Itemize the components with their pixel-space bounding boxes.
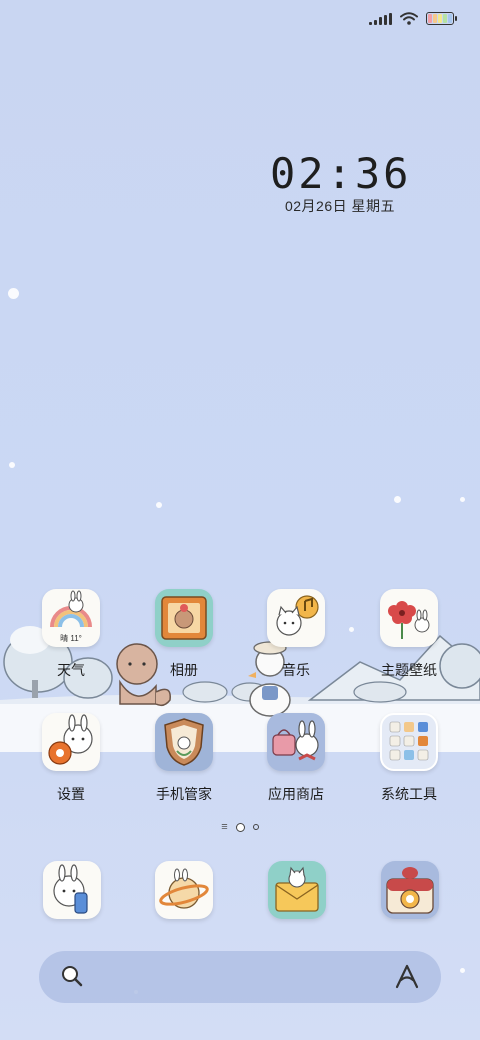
search-input[interactable] (99, 965, 379, 989)
app-label: 相册 (170, 662, 198, 678)
app-label: 设置 (57, 786, 85, 802)
dock-app-messages[interactable] (268, 861, 326, 919)
gear-bunny-icon (42, 713, 100, 771)
app-music[interactable]: 音乐 (251, 589, 341, 680)
envelope-cat-icon (275, 866, 319, 912)
rainbow-bunny-icon: 晴 11° (42, 589, 100, 647)
flower-bunny-icon (380, 589, 438, 647)
app-store[interactable]: 应用商店 (251, 713, 341, 804)
page-dot[interactable] (252, 824, 259, 830)
app-system-tools[interactable]: 系统工具 (364, 713, 454, 804)
cat-music-note-icon (267, 589, 325, 647)
app-label: 应用商店 (268, 786, 324, 802)
planet-bunny-icon (159, 868, 209, 909)
app-settings[interactable]: 设置 (26, 713, 116, 804)
phone-bunny-icon (53, 864, 88, 914)
app-label: 系统工具 (381, 786, 437, 802)
bag-bunny-icon (267, 713, 325, 771)
app-phone-manager[interactable]: 手机管家 (139, 713, 229, 804)
app-label: 音乐 (282, 662, 310, 678)
clock-widget[interactable]: 02:36 02月26日 星期五 (270, 150, 410, 216)
clock-date: 02月26日 星期五 (284, 198, 396, 214)
clock-time: 02:36 (270, 149, 412, 198)
folder-icon (380, 713, 438, 771)
search-bar[interactable] (39, 951, 441, 1003)
camera-icon (386, 867, 434, 914)
page-indicator[interactable]: ≡ (0, 822, 480, 833)
signal-icon (369, 12, 392, 25)
assistant-icon[interactable] (393, 963, 421, 991)
dock-app-browser[interactable] (155, 861, 213, 919)
app-label: 主题壁纸 (381, 662, 437, 678)
app-weather[interactable]: 晴 11° 天气 (26, 589, 116, 680)
app-themes[interactable]: 主题壁纸 (364, 589, 454, 680)
app-gallery[interactable]: 相册 (139, 589, 229, 680)
dock-app-phone[interactable] (43, 861, 101, 919)
app-label: 手机管家 (156, 786, 212, 802)
page-dot-active[interactable] (235, 822, 245, 832)
shield-bunny-icon (155, 713, 213, 771)
search-icon[interactable] (59, 963, 85, 989)
app-drawer-icon[interactable]: ≡ (221, 822, 227, 833)
bear-photo-frame-icon (155, 589, 213, 647)
dock-app-camera[interactable] (381, 861, 439, 919)
status-bar (369, 12, 457, 25)
battery-icon (426, 12, 457, 25)
wifi-icon (400, 12, 418, 25)
weather-text: 晴 11° (60, 634, 82, 643)
app-label: 天气 (57, 662, 85, 678)
